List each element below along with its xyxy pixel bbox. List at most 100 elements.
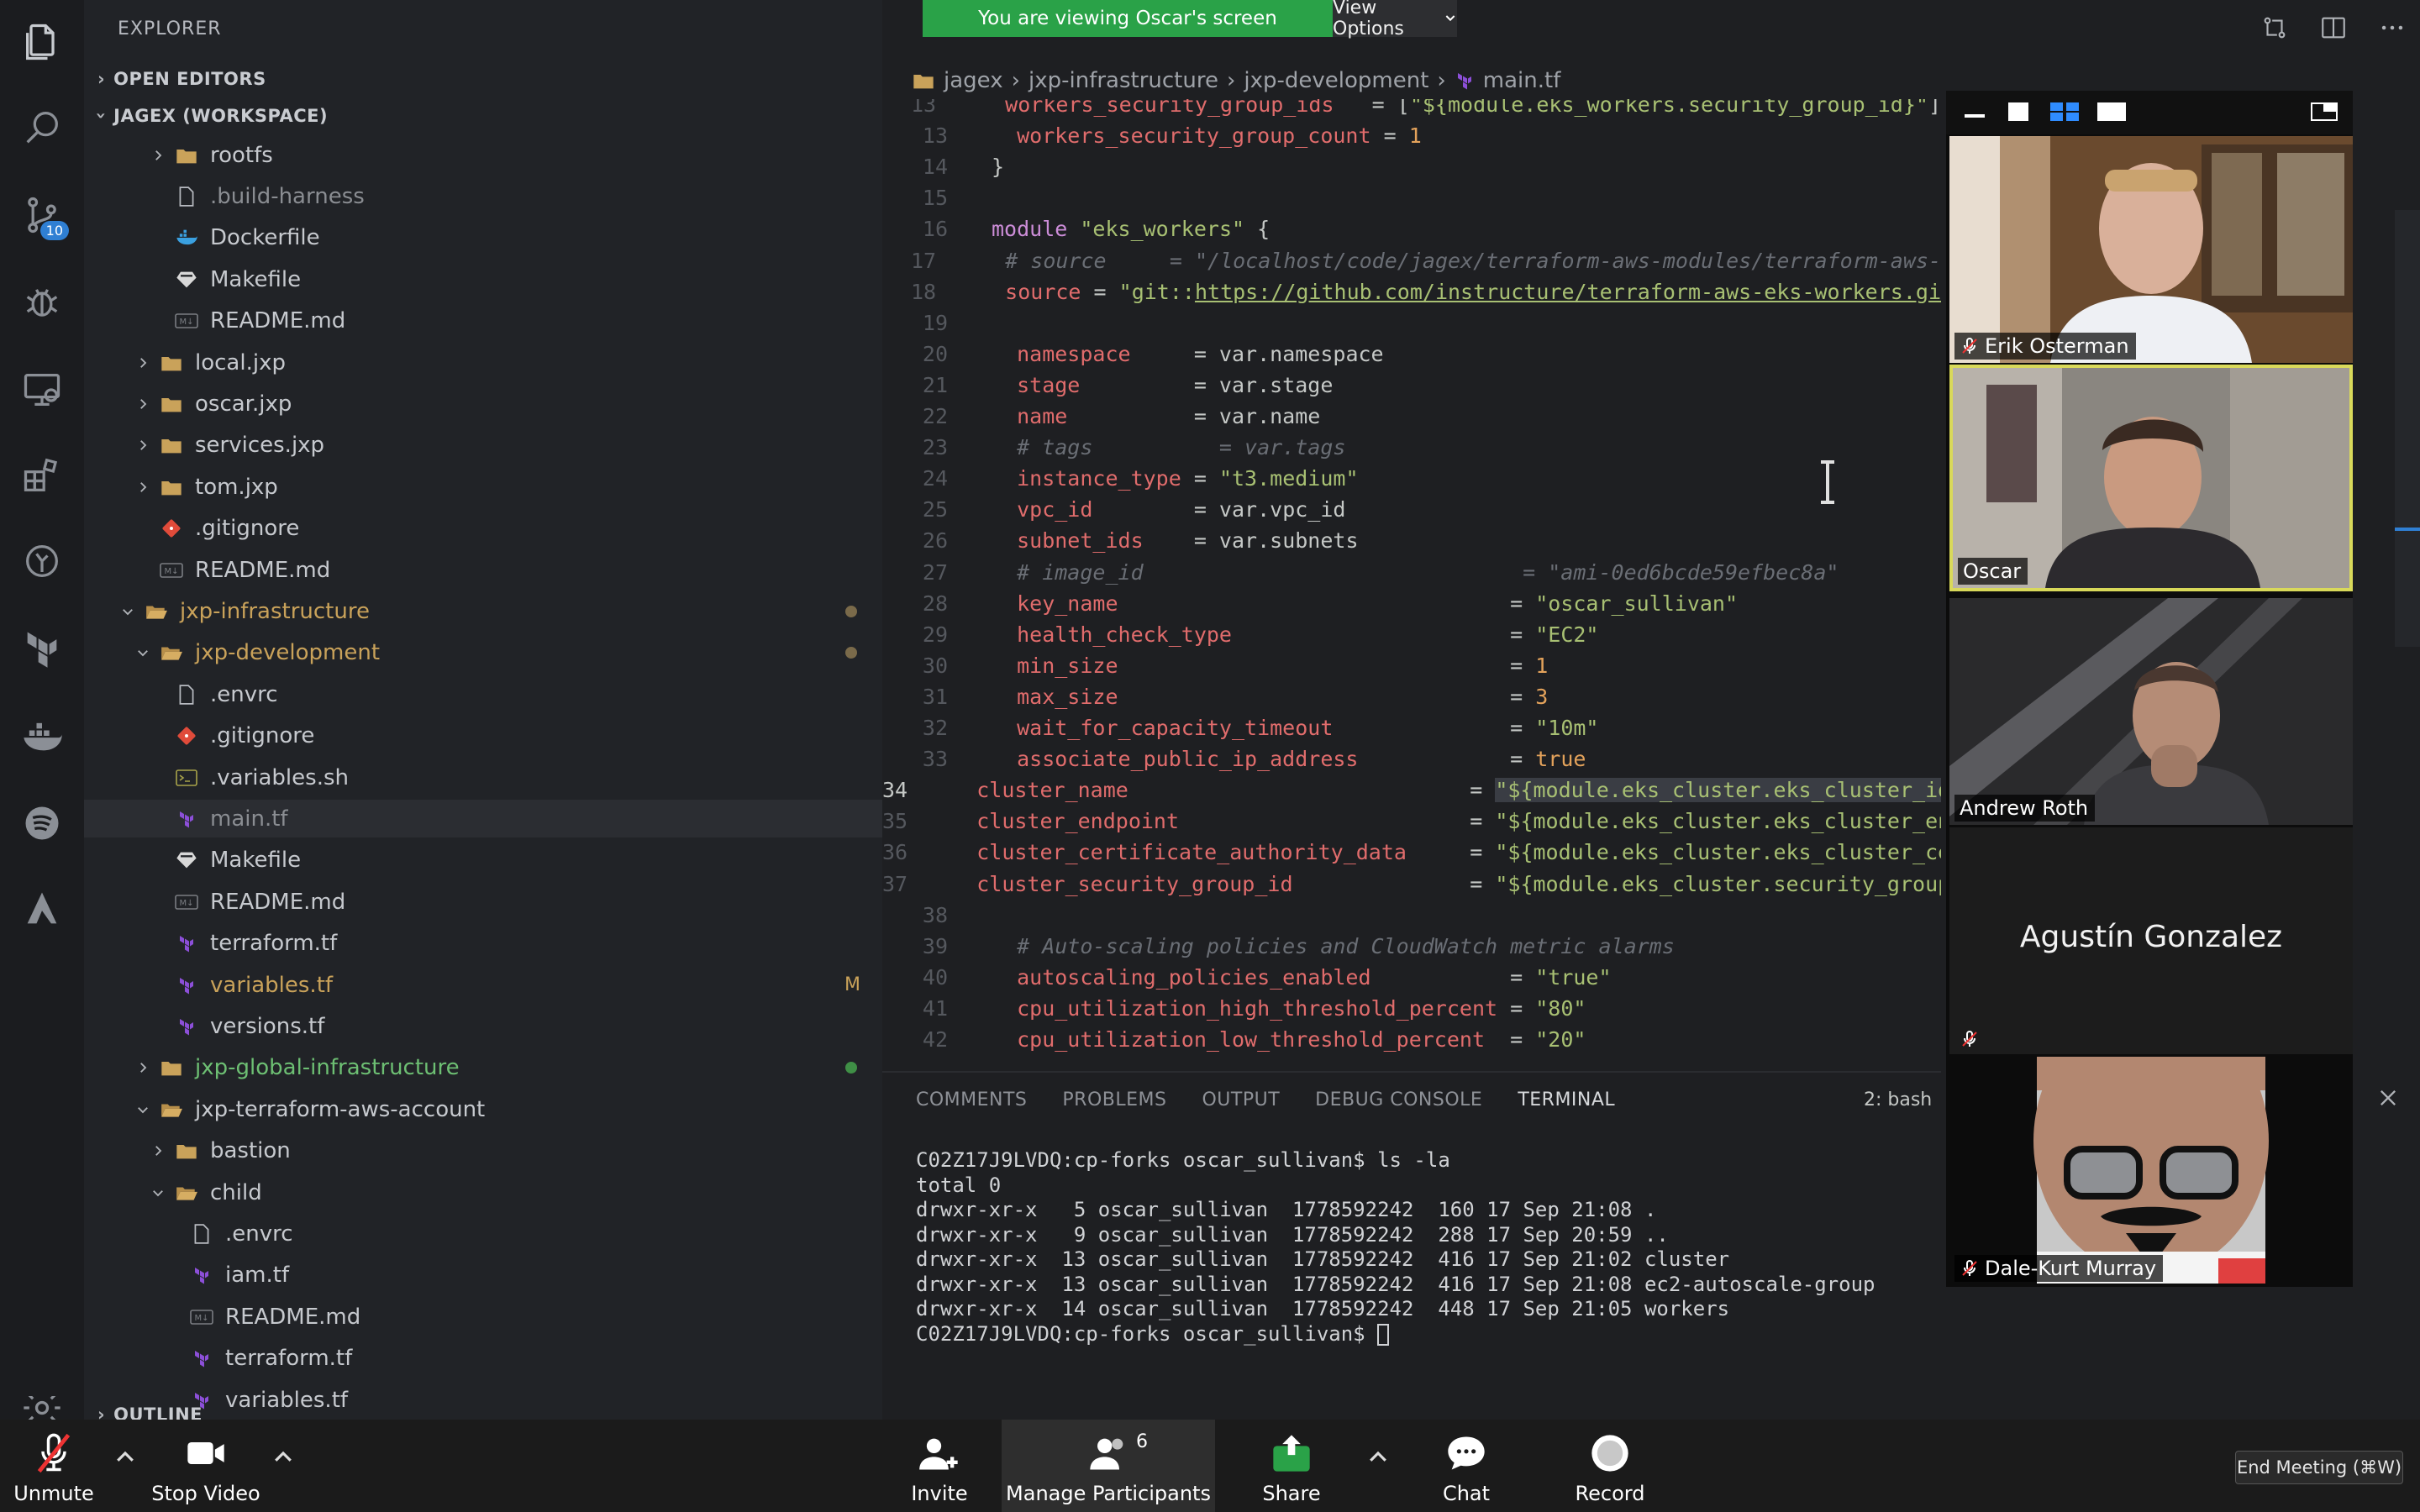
chevron-right-icon[interactable] <box>148 145 168 165</box>
split-editor-icon[interactable] <box>2319 13 2348 45</box>
code-line[interactable]: 18 source = "git:: https://github.com/ins… <box>882 276 1941 307</box>
tree-file[interactable]: Dockerfile <box>84 219 882 257</box>
code-line[interactable]: 16 module "eks_workers" { <box>882 213 1941 244</box>
chat-button[interactable]: Chat <box>1428 1420 1504 1512</box>
code-line[interactable]: 27 # image_id = "ami-0ed6bcde59efbec8a" <box>882 557 1941 588</box>
debug-icon[interactable] <box>17 277 67 328</box>
view-options-button[interactable]: View Options <box>1333 0 1457 39</box>
code-line[interactable]: 17 # source = "/localhost/code/jagex/ter… <box>882 245 1941 276</box>
tree-file[interactable]: M↓ README.md <box>84 551 882 589</box>
explorer-files-icon[interactable] <box>17 17 67 67</box>
tree-file[interactable]: .gitignore <box>84 717 882 755</box>
participant-tile[interactable]: Dale-Kurt Murray <box>1949 1057 2353 1284</box>
extensions-icon[interactable] <box>17 450 67 501</box>
open-editors-section[interactable]: › OPEN EDITORS <box>97 69 266 89</box>
code-line[interactable]: 13 workers_security_group_count = 1 <box>882 120 1941 151</box>
tree-file[interactable]: versions.tf <box>84 1007 882 1045</box>
tree-file[interactable]: iam.tf <box>84 1257 882 1294</box>
code-line[interactable]: 37 cluster_security_group_id = "${module… <box>882 869 1941 900</box>
tree-file[interactable]: Makefile <box>84 260 882 298</box>
code-line[interactable]: 39 # Auto-scaling policies and CloudWatc… <box>882 931 1941 962</box>
tree-folder[interactable]: child <box>84 1173 882 1211</box>
tree-folder[interactable]: rootfs <box>84 136 882 174</box>
participant-tile-active-speaker[interactable]: Oscar <box>1949 365 2353 591</box>
code-line[interactable]: 21 stage = var.stage <box>882 370 1941 401</box>
compare-changes-icon[interactable] <box>2260 13 2289 45</box>
chevron-right-icon[interactable] <box>133 435 153 455</box>
tree-file[interactable]: main.tf <box>84 800 882 838</box>
editor-scrollbar[interactable] <box>2395 210 2420 647</box>
tab-problems[interactable]: PROBLEMS <box>1062 1089 1166 1110</box>
terminal-prompt[interactable]: C02Z17J9LVDQ:cp-forks oscar_sullivan$ <box>916 1322 1876 1347</box>
tree-file[interactable]: .envrc <box>84 675 882 713</box>
source-control-icon[interactable]: 10 <box>17 190 69 240</box>
tree-folder[interactable]: oscar.jxp <box>84 385 882 423</box>
tab-output[interactable]: OUTPUT <box>1202 1089 1280 1110</box>
spotify-icon[interactable] <box>17 798 67 848</box>
code-line[interactable]: 32 wait_for_capacity_timeout = "10m" <box>882 712 1941 743</box>
code-line[interactable]: 23 # tags = var.tags <box>882 432 1941 463</box>
docker-icon[interactable] <box>17 711 67 761</box>
stop-video-button[interactable]: Stop Video <box>151 1420 260 1512</box>
terraform-icon[interactable] <box>17 623 67 674</box>
code-line[interactable]: 42 cpu_utilization_low_threshold_percent… <box>882 1024 1941 1055</box>
tree-folder[interactable]: local.jxp <box>84 344 882 381</box>
workspace-section[interactable]: › JAGEX (WORKSPACE) <box>92 106 328 126</box>
code-line[interactable]: 28 key_name = "oscar_sullivan" <box>882 588 1941 619</box>
terminal-select[interactable]: 2: bash <box>1864 1089 1932 1110</box>
code-line[interactable]: 22 name = var.name <box>882 401 1941 432</box>
tree-file[interactable]: M↓ README.md <box>84 302 882 340</box>
gallery-strip-view-icon[interactable] <box>2050 102 2079 121</box>
code-line[interactable]: 29 health_check_type = "EC2" <box>882 619 1941 650</box>
tree-file[interactable]: .envrc <box>84 1215 882 1252</box>
tree-folder[interactable]: services.jxp <box>84 427 882 465</box>
audio-options-chevron-up-icon[interactable] <box>113 1445 138 1470</box>
tree-file[interactable]: terraform.tf <box>84 1340 882 1378</box>
code-line[interactable]: 34 cluster_name = "${module.eks_cluster.… <box>882 774 1941 806</box>
code-line[interactable]: 35 cluster_endpoint = "${module.eks_clus… <box>882 806 1941 837</box>
tree-folder[interactable]: jxp-development <box>84 634 882 672</box>
code-line[interactable]: 24 instance_type = "t3.medium" <box>882 463 1941 494</box>
more-actions-icon[interactable] <box>2378 13 2407 45</box>
tree-folder[interactable]: jxp-infrastructure <box>84 592 882 630</box>
tree-file[interactable]: .gitignore <box>84 510 882 548</box>
terminal-output[interactable]: C02Z17J9LVDQ:cp-forks oscar_sullivan$ ls… <box>916 1148 1876 1347</box>
tab-terminal[interactable]: TERMINAL <box>1518 1089 1615 1110</box>
breadcrumb-item[interactable]: main.tf <box>1483 68 1561 93</box>
chevron-right-icon[interactable] <box>133 1058 153 1078</box>
breadcrumb-item[interactable]: jxp-infrastructure <box>1028 68 1218 93</box>
code-line[interactable]: 19 <box>882 307 1941 339</box>
code-line[interactable]: 15 <box>882 182 1941 213</box>
close-panel-icon[interactable] <box>2376 1086 2400 1110</box>
share-screen-button[interactable]: Share <box>1254 1420 1329 1512</box>
tree-file[interactable]: variables.tf M <box>84 966 882 1004</box>
tree-folder[interactable]: bastion <box>84 1132 882 1170</box>
invite-button[interactable]: Invite <box>899 1420 980 1512</box>
outline-section[interactable]: › OUTLINE <box>97 1404 203 1420</box>
participant-tile[interactable]: Andrew Roth <box>1949 598 2353 825</box>
tree-folder[interactable]: jxp-global-infrastructure <box>84 1049 882 1087</box>
end-meeting-button[interactable]: End Meeting (⌘W) <box>2235 1451 2403 1484</box>
tree-folder[interactable]: jxp-terraform-aws-account <box>84 1090 882 1128</box>
code-editor[interactable]: 13 workers_security_group_ids = ["${modu… <box>882 99 1941 1069</box>
chevron-right-icon[interactable] <box>133 353 153 373</box>
chevron-down-icon[interactable] <box>118 601 138 622</box>
code-line[interactable]: 20 namespace = var.namespace <box>882 339 1941 370</box>
code-line[interactable]: 36 cluster_certificate_authority_data = … <box>882 837 1941 868</box>
record-button[interactable]: Record <box>1568 1420 1652 1512</box>
tree-file[interactable]: .build-harness <box>84 177 882 215</box>
code-line[interactable]: 25 vpc_id = var.vpc_id <box>882 494 1941 525</box>
share-options-chevron-up-icon[interactable] <box>1365 1445 1391 1470</box>
chevron-down-icon[interactable] <box>133 1100 153 1120</box>
azure-icon[interactable] <box>17 884 67 934</box>
breadcrumb-item[interactable]: jagex <box>944 68 1003 93</box>
code-line[interactable]: 14} <box>882 151 1941 182</box>
settings-gear-icon[interactable] <box>17 1396 67 1420</box>
manage-participants-button[interactable]: Manage Participants <box>1002 1420 1215 1512</box>
minimize-video-icon[interactable] <box>1965 114 1985 118</box>
code-line[interactable]: 38 <box>882 900 1941 931</box>
code-line[interactable]: 26 subnet_ids = var.subnets <box>882 525 1941 556</box>
remote-explorer-icon[interactable] <box>17 365 67 415</box>
chevron-down-icon[interactable] <box>133 643 153 663</box>
code-line[interactable]: 31 max_size = 3 <box>882 681 1941 712</box>
